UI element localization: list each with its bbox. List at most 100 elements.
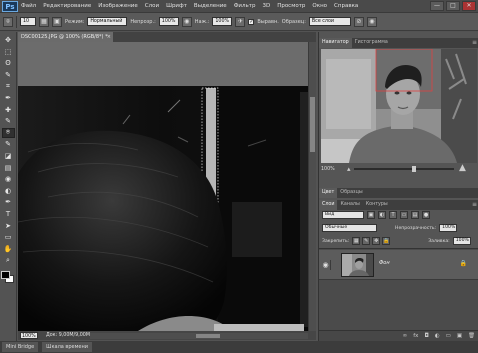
tab-color[interactable]: Цвет — [319, 188, 338, 198]
type-icon[interactable]: T — [2, 209, 15, 219]
airbrush-icon[interactable]: ✈ — [235, 16, 246, 27]
menu-select[interactable]: Выделение — [194, 3, 227, 9]
layer-row[interactable]: ◉ Фон 🔒 — [319, 250, 478, 280]
sample-select[interactable]: Все слои — [308, 17, 351, 26]
tab-histogram[interactable]: Гистограмма — [352, 38, 391, 48]
opacity-field[interactable]: 100% — [158, 17, 179, 26]
close-tab-icon[interactable]: × — [107, 32, 111, 42]
new-layer-icon[interactable]: ▣ — [457, 333, 462, 339]
crop-icon[interactable]: ⌗ — [2, 81, 15, 91]
brush-panel-icon[interactable]: ▦ — [39, 16, 49, 27]
pressure-opacity-icon[interactable]: ◉ — [181, 16, 192, 27]
photo-image — [18, 42, 308, 331]
navigator-preview[interactable] — [321, 49, 477, 163]
vertical-scroll-thumb[interactable] — [310, 97, 315, 152]
document-title: DSC00125.JPG @ 100% (RGB/8*) * — [21, 34, 108, 40]
filter-shape-icon[interactable]: ▭ — [400, 211, 408, 219]
tab-timeline[interactable]: Шкала времени — [42, 342, 92, 352]
menu-filter[interactable]: Фильтр — [234, 3, 256, 9]
pressure-field[interactable]: 100% — [212, 17, 233, 26]
gradient-icon[interactable]: ▤ — [2, 163, 15, 173]
lock-position-icon[interactable]: ✥ — [372, 237, 381, 245]
horizontal-scroll-thumb[interactable] — [196, 334, 220, 338]
clone-stamp-preset-icon[interactable]: ⍟ — [3, 16, 13, 27]
filter-smart-icon[interactable]: ▤ — [411, 211, 419, 219]
brush-size-picker[interactable]: 10 — [20, 17, 36, 26]
tab-swatches[interactable]: Образцы — [337, 188, 365, 198]
layer-opacity-field[interactable]: 100% — [439, 224, 458, 232]
filter-toggle-icon[interactable]: ● — [422, 211, 430, 219]
shape-icon[interactable]: ▭ — [2, 232, 15, 242]
menu-file[interactable]: Файл — [21, 3, 36, 9]
menu-layers[interactable]: Слои — [145, 3, 159, 9]
blend-mode-select[interactable]: Обычные — [322, 224, 377, 232]
horizontal-scrollbar[interactable] — [90, 333, 308, 339]
zoom-field[interactable]: 100% — [20, 332, 38, 339]
navigator-zoom-value[interactable]: 100% — [321, 167, 341, 172]
eraser-icon[interactable]: ◪ — [2, 151, 15, 161]
menu-type[interactable]: Шрифт — [166, 3, 187, 9]
visibility-eye-icon[interactable]: ◉ — [321, 260, 331, 270]
lasso-icon[interactable]: ʘ — [2, 58, 15, 68]
tab-channels[interactable]: Каналы — [337, 200, 362, 210]
pressure-size-icon[interactable]: ◉ — [366, 16, 377, 27]
clone-source-icon[interactable]: ▣ — [52, 16, 62, 27]
panel-menu-icon[interactable]: ≡ — [472, 38, 477, 48]
maximize-button[interactable]: □ — [446, 1, 460, 11]
link-layers-icon[interactable]: ∞ — [403, 333, 408, 339]
history-brush-icon[interactable]: ✎ — [2, 139, 15, 149]
minimize-button[interactable]: — — [430, 1, 444, 11]
vertical-scrollbar[interactable] — [308, 42, 316, 331]
tab-navigator[interactable]: Навигатор — [319, 38, 352, 48]
clone-stamp-icon[interactable]: ⍟ — [1, 127, 15, 138]
lock-pixels-icon[interactable]: ✎ — [362, 237, 371, 245]
lock-all-icon[interactable]: 🔒 — [382, 237, 391, 245]
hand-icon[interactable]: ✋ — [2, 244, 15, 254]
adjustment-layer-icon[interactable]: ◐ — [435, 333, 440, 339]
close-button[interactable]: ✕ — [462, 1, 476, 11]
mode-select[interactable]: Нормальный — [87, 17, 128, 26]
tab-mini-bridge[interactable]: Mini Bridge — [2, 342, 39, 352]
filter-pixel-icon[interactable]: ▣ — [367, 211, 375, 219]
document-tab-bar: DSC00125.JPG @ 100% (RGB/8*) * × — [18, 32, 316, 42]
new-group-icon[interactable]: ▭ — [446, 333, 451, 339]
layers-panel-menu-icon[interactable]: ≡ — [472, 200, 477, 210]
add-mask-icon[interactable]: ◘ — [424, 333, 428, 339]
foreground-color-swatch[interactable] — [1, 270, 10, 279]
brush-icon[interactable]: ✎ — [2, 116, 15, 126]
menu-view[interactable]: Просмотр — [277, 3, 305, 9]
canvas[interactable] — [18, 42, 308, 331]
ignore-adjustment-icon[interactable]: ⊘ — [353, 16, 364, 27]
zoom-out-icon[interactable]: ▴ — [347, 165, 351, 173]
lock-transparent-icon[interactable]: ▦ — [352, 237, 361, 245]
tab-paths[interactable]: Контуры — [363, 200, 391, 210]
layer-fill-field[interactable]: 100% — [452, 237, 471, 245]
menu-help[interactable]: Справка — [334, 3, 358, 9]
navigator-zoom-slider[interactable] — [354, 166, 454, 172]
zoom-slider-thumb[interactable] — [412, 166, 416, 172]
dodge-icon[interactable]: ◐ — [2, 186, 15, 196]
path-select-icon[interactable]: ➤ — [2, 221, 15, 231]
menu-image[interactable]: Изображение — [98, 3, 138, 9]
filter-adjustment-icon[interactable]: ◐ — [378, 211, 386, 219]
eyedropper-icon[interactable]: ✒ — [2, 93, 15, 103]
marquee-icon[interactable]: ⬚ — [2, 47, 15, 57]
quick-select-icon[interactable]: ✎ — [2, 70, 15, 80]
pen-icon[interactable]: ✒ — [2, 197, 15, 207]
layer-style-icon[interactable]: fx — [413, 333, 418, 339]
layer-filter-select[interactable]: Вид — [322, 211, 364, 219]
healing-icon[interactable]: ✚ — [2, 105, 15, 115]
menu-edit[interactable]: Редактирование — [43, 3, 91, 9]
zoom-icon[interactable]: ⌕ — [2, 255, 15, 265]
document-tab[interactable]: DSC00125.JPG @ 100% (RGB/8*) * × — [18, 32, 113, 42]
align-checkbox[interactable]: ✓ — [248, 18, 255, 25]
menu-window[interactable]: Окно — [312, 3, 327, 9]
zoom-in-icon[interactable]: ▲ — [459, 163, 466, 173]
layer-name[interactable]: Фон — [379, 260, 390, 266]
filter-type-icon[interactable]: T — [389, 211, 397, 219]
delete-layer-icon[interactable]: 🗑 — [468, 333, 475, 339]
blur-icon[interactable]: ◉ — [2, 174, 15, 184]
menu-3d[interactable]: 3D — [262, 3, 270, 9]
move-icon[interactable]: ✥ — [2, 35, 15, 45]
tab-layers[interactable]: Слои — [319, 200, 338, 210]
